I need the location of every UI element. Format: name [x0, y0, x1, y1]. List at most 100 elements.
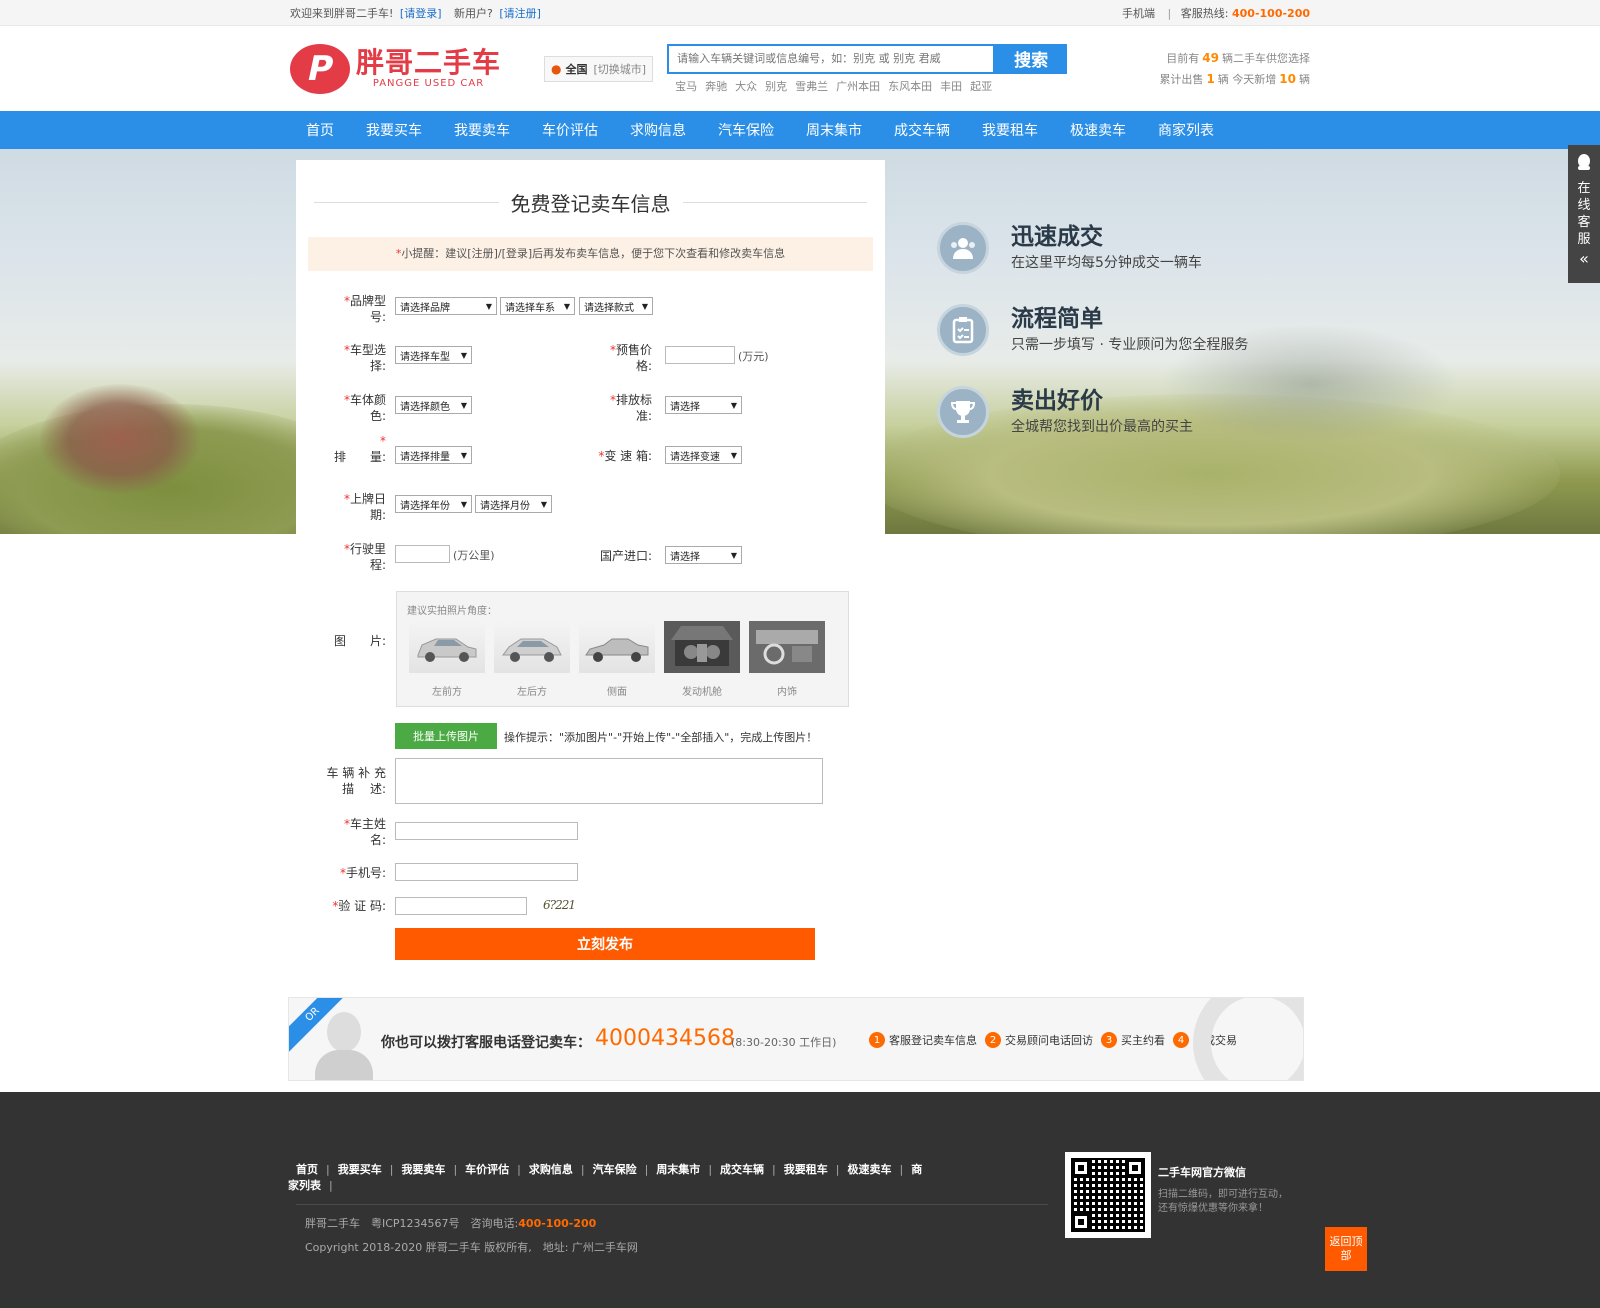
publish-button[interactable]: 立刻发布	[395, 928, 815, 960]
hot-brand-link[interactable]: 广州本田	[836, 80, 880, 93]
welcome-area: 欢迎来到胖哥二手车! [请登录] 新用户? [请注册]	[290, 5, 544, 21]
online-service-tab[interactable]: 在线客服 «	[1568, 145, 1600, 283]
nav-item[interactable]: 极速卖车	[1070, 120, 1126, 140]
divider: |	[326, 1163, 330, 1176]
displacement-select[interactable]: 请选择排量 ▼	[395, 446, 472, 464]
back-to-top-button[interactable]: 返回顶部	[1325, 1227, 1367, 1271]
footer-nav-link[interactable]: 求购信息	[529, 1163, 573, 1176]
hot-brand-link[interactable]: 起亚	[970, 80, 992, 93]
search-button[interactable]: 搜索	[995, 43, 1068, 74]
site-logo[interactable]: P 胖哥二手车 PANGGE USED CAR	[290, 43, 530, 94]
mobile-link[interactable]: 手机端	[1122, 7, 1155, 20]
stats-text: 辆	[1299, 72, 1310, 86]
welcome-text: 欢迎来到胖哥二手车!	[290, 7, 394, 20]
mileage-input[interactable]	[395, 545, 450, 563]
divider: |	[1167, 7, 1172, 20]
divider: |	[644, 1163, 649, 1176]
series-select[interactable]: 请选择车系 ▼	[500, 297, 575, 315]
footer-nav-link[interactable]: 车价评估	[465, 1163, 509, 1176]
displacement-label: * 排 量:	[310, 433, 386, 465]
style-select[interactable]: 请选择款式 ▼	[579, 297, 653, 315]
emission-select[interactable]: 请选择 ▼	[665, 396, 742, 414]
color-select[interactable]: 请选择颜色 ▼	[395, 396, 472, 414]
nav-item[interactable]: 车价评估	[542, 120, 598, 140]
register-link[interactable]: [请注册]	[499, 7, 541, 20]
feature-item: 卖出好价 全城帮您找到出价最高的买主	[937, 386, 1248, 438]
gearbox-select[interactable]: 请选择变速 ▼	[665, 446, 742, 464]
hot-brand-link[interactable]: 雪弗兰	[795, 80, 828, 93]
price-unit: (万元)	[738, 350, 769, 363]
select-value: 请选择	[670, 401, 700, 413]
nav-item[interactable]: 首页	[306, 120, 334, 140]
hot-brand-link[interactable]: 丰田	[940, 80, 962, 93]
nav-item[interactable]: 商家列表	[1158, 120, 1214, 140]
batch-upload-button[interactable]: 批量上传图片	[395, 723, 497, 749]
label-text: 期:	[369, 508, 386, 522]
nav-item[interactable]: 周末集市	[806, 120, 862, 140]
switch-city-link[interactable]: [切换城市]	[593, 61, 646, 77]
footer-nav: 首页 | 我要买车 | 我要卖车 | 车价评估 | 求购信息 | 汽车保险 | 周末集市 | 成交车辆 | 我要…	[288, 1162, 1038, 1194]
model-label: *车型选 择:	[320, 342, 386, 374]
nav-item[interactable]: 成交车辆	[894, 120, 950, 140]
nav-item[interactable]: 汽车保险	[718, 120, 774, 140]
photo-angle-item: 左后方	[494, 621, 570, 698]
footer-nav-link[interactable]: 成交车辆	[720, 1163, 764, 1176]
header: P 胖哥二手车 PANGGE USED CAR ● 全国 [切换城市] 搜索 宝…	[0, 26, 1600, 111]
phone-input[interactable]	[395, 863, 578, 881]
divider	[314, 202, 499, 203]
hot-brand-link[interactable]: 宝马	[675, 80, 697, 93]
hot-brand-link[interactable]: 东风本田	[888, 80, 932, 93]
hot-brand-link[interactable]: 大众	[735, 80, 757, 93]
photo-angle-caption: 侧面	[607, 687, 627, 698]
footer-nav-link[interactable]: 我要租车	[784, 1163, 828, 1176]
footer-nav-link[interactable]: 首页	[296, 1163, 318, 1176]
label-text: 品牌型	[349, 294, 386, 308]
stats-new-count: 10	[1279, 71, 1296, 86]
footer-nav-link[interactable]: 商	[911, 1163, 922, 1176]
divider: |	[517, 1163, 521, 1176]
footer-nav-link[interactable]: 家列表	[288, 1179, 321, 1192]
stats-text: 目前有	[1166, 51, 1200, 65]
users-icon	[937, 222, 989, 274]
wechat-qr-code	[1065, 1152, 1151, 1238]
mileage-unit: (万公里)	[453, 549, 495, 562]
reg-month-select[interactable]: 请选择月份 ▼	[475, 495, 552, 513]
owner-name-input[interactable]	[395, 822, 578, 840]
wechat-title: 二手车网官方微信	[1158, 1166, 1246, 1179]
model-select[interactable]: 请选择车型 ▼	[395, 346, 472, 364]
new-user-text: 新用户?	[454, 7, 493, 20]
nav-item[interactable]: 求购信息	[630, 120, 686, 140]
dropdown-arrow-icon: ▼	[730, 400, 737, 410]
divider: |	[708, 1163, 713, 1176]
city-selector[interactable]: ● 全国 [切换城市]	[544, 55, 654, 82]
inventory-stats: 目前有 49 辆二手车供您选择 累计出售 1 辆 今天新增 10 辆	[1159, 48, 1310, 90]
footer-nav-link[interactable]: 我要买车	[338, 1163, 382, 1176]
nav-item[interactable]: 我要买车	[366, 120, 422, 140]
hot-brand-link[interactable]: 别克	[765, 80, 787, 93]
hot-brand-link[interactable]: 奔驰	[705, 80, 727, 93]
stats-text: 辆 今天新增	[1217, 72, 1277, 86]
footer-nav-link[interactable]: 汽车保险	[593, 1163, 637, 1176]
nav-item[interactable]: 我要租车	[982, 120, 1038, 140]
nav-item[interactable]: 我要卖车	[454, 120, 510, 140]
footer-nav-link[interactable]: 极速卖车	[847, 1163, 891, 1176]
login-link[interactable]: [请登录]	[400, 7, 442, 20]
search-input[interactable]	[667, 43, 996, 74]
captcha-image[interactable]: 6?221	[543, 898, 576, 912]
photo-angle-item: 内饰	[749, 621, 825, 698]
brand-select[interactable]: 请选择品牌 ▼	[395, 297, 497, 315]
reg-year-select[interactable]: 请选择年份 ▼	[395, 495, 472, 513]
footer-nav-link[interactable]: 周末集市	[656, 1163, 700, 1176]
dropdown-arrow-icon: ▼	[485, 301, 492, 311]
origin-select[interactable]: 请选择 ▼	[665, 546, 742, 564]
divider: |	[580, 1163, 585, 1176]
captcha-input[interactable]	[395, 897, 527, 915]
divider: |	[772, 1163, 776, 1176]
footer-nav-link[interactable]: 我要卖车	[401, 1163, 445, 1176]
description-label: 车 辆 补 充描 述:	[310, 765, 386, 797]
description-textarea[interactable]	[395, 758, 823, 804]
customer-service-agent-icon	[311, 1008, 377, 1080]
photo-hint: 建议实拍照片角度：	[407, 606, 497, 617]
price-input[interactable]	[665, 346, 735, 364]
step-label: 交易顾问电话回访	[1005, 1034, 1093, 1047]
